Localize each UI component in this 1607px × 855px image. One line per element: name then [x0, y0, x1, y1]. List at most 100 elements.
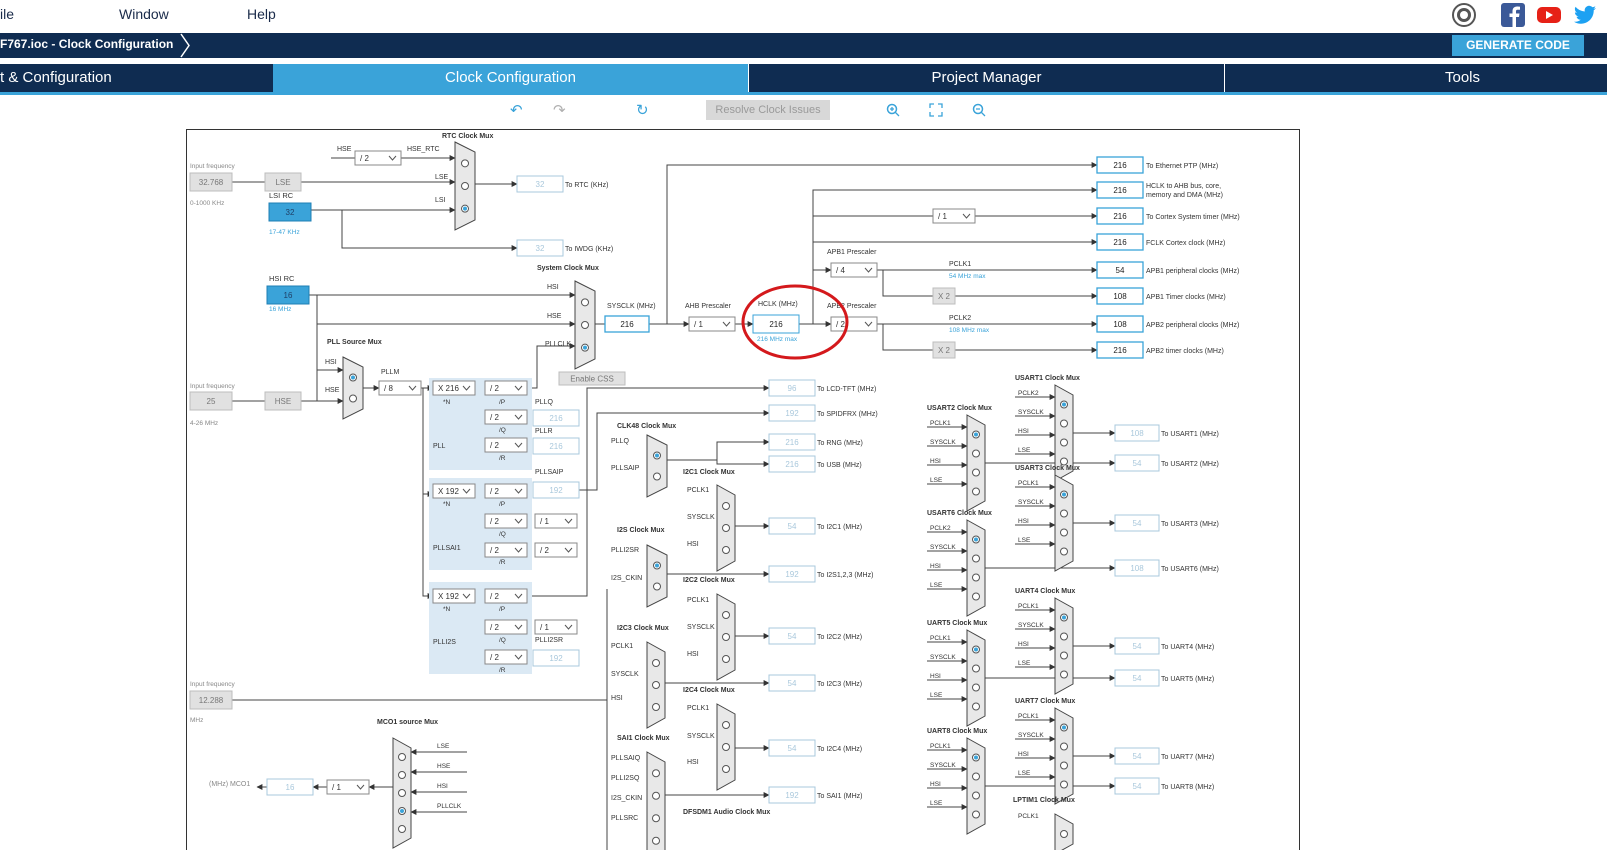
pllsaip-label: PLLSAIP [535, 469, 564, 476]
mux-radio[interactable] [1060, 780, 1068, 789]
tab-project-manager[interactable]: Project Manager [749, 64, 1224, 92]
mux-radio[interactable] [972, 592, 980, 601]
mux-radio-selected [974, 755, 978, 760]
plli2s-q-label: /Q [499, 637, 506, 644]
mux-radio[interactable] [653, 582, 661, 591]
generate-code-button[interactable]: GENERATE CODE [1452, 35, 1584, 56]
usart-clock-mux-2 [1054, 474, 1074, 572]
rtc-output-label: To RTC (KHz) [565, 182, 608, 189]
facebook-icon[interactable] [1500, 2, 1526, 28]
mux-radio[interactable] [972, 449, 980, 458]
pllsai-r-select-value: / 2 [490, 546, 499, 555]
mux-radio[interactable] [1060, 457, 1068, 466]
mux-radio[interactable] [722, 765, 730, 773]
mux-radio[interactable] [652, 791, 660, 800]
mux-radio[interactable] [972, 683, 980, 692]
mux-radio[interactable] [653, 472, 661, 481]
mux-radio[interactable] [652, 703, 660, 711]
mux-radio[interactable] [1060, 509, 1068, 518]
mux-radio[interactable] [972, 791, 980, 800]
mux-radio[interactable] [581, 298, 589, 307]
plli2s-n-select-value: X 192 [438, 592, 459, 601]
mux-radio[interactable] [722, 524, 730, 532]
mux-radio[interactable] [722, 611, 730, 619]
mux-radio[interactable] [722, 743, 730, 751]
tab-clock-configuration[interactable]: Clock Configuration [273, 64, 748, 92]
redo-icon[interactable]: ↷ [553, 101, 566, 119]
reset-icon[interactable]: ↻ [636, 101, 649, 119]
mux-radio[interactable] [972, 573, 980, 582]
mux-radio-selected [655, 563, 659, 568]
mux-radio[interactable] [972, 810, 980, 819]
mux-radio[interactable] [652, 769, 660, 778]
mux-radio[interactable] [722, 655, 730, 663]
mux-radio[interactable] [1060, 632, 1068, 641]
mux-radio[interactable] [722, 502, 730, 510]
mux-radio[interactable] [1060, 438, 1068, 447]
mux-radio[interactable] [349, 394, 357, 403]
mux-radio[interactable] [972, 772, 980, 781]
breadcrumb[interactable]: F767.ioc - Clock Configuration [0, 37, 173, 51]
usart-mux-title-2: USART3 Clock Mux [1015, 465, 1080, 472]
mux-radio[interactable] [1060, 670, 1068, 679]
mux-radio[interactable] [1060, 547, 1068, 556]
lsi-range-label: 17-47 KHz [269, 229, 300, 236]
mux-radio[interactable] [1060, 742, 1068, 751]
menu-help[interactable]: Help [247, 6, 276, 22]
mux-radio[interactable] [1060, 761, 1068, 770]
clock-output-label-5: APB1 Timer clocks (MHz) [1146, 294, 1226, 301]
mux-radio[interactable] [1060, 830, 1068, 838]
peripheral-output-label-1: To SPIDFRX (MHz) [817, 411, 878, 418]
youtube-icon[interactable] [1536, 2, 1562, 28]
mco1-pllclk-label: PLLCLK [437, 803, 462, 810]
mux-radio[interactable] [461, 159, 469, 168]
usart-sysclk-label-5: SYSCLK [930, 654, 956, 661]
mux-radio[interactable] [722, 546, 730, 554]
mux-radio[interactable] [398, 753, 406, 761]
twitter-icon[interactable] [1572, 2, 1598, 28]
fit-to-screen-icon[interactable] [929, 103, 943, 117]
mux-radio[interactable] [398, 789, 406, 797]
mco1-lse-label: LSE [437, 743, 450, 750]
mux-radio[interactable] [972, 702, 980, 711]
mux-radio[interactable] [652, 814, 660, 823]
menu-window[interactable]: Window [119, 6, 169, 22]
zoom-out-icon[interactable] [972, 103, 986, 117]
plli2s-n-label: *N [443, 606, 451, 613]
mux-radio[interactable] [972, 554, 980, 563]
pllsai-n-label: *N [443, 501, 451, 508]
usart-sysclk-label-0: SYSCLK [1018, 409, 1044, 416]
hclk-highlight-circle [741, 284, 849, 360]
i2s-ckin-label: I2S_CKIN [611, 575, 642, 582]
mux-radio[interactable] [581, 321, 589, 329]
mux-radio[interactable] [972, 664, 980, 673]
mux-radio[interactable] [398, 771, 406, 779]
mux-radio[interactable] [1060, 528, 1068, 537]
pllsai-r2-select-value: / 2 [540, 546, 549, 555]
mux-radio[interactable] [461, 182, 469, 190]
mux-radio[interactable] [652, 681, 660, 689]
mux-radio[interactable] [652, 836, 660, 845]
stm32-version-icon[interactable] [1451, 2, 1477, 28]
pll-n-label: *N [443, 399, 451, 406]
mux-radio[interactable] [398, 825, 406, 833]
tab-pinout-configuration[interactable]: t & Configuration [0, 64, 272, 92]
mux-radio[interactable] [652, 659, 660, 667]
menu-file[interactable]: ile [0, 6, 14, 22]
usart-output-label-3: To USART6 (MHz) [1161, 566, 1219, 573]
mux-radio[interactable] [1060, 419, 1068, 428]
mux-radio[interactable] [722, 633, 730, 641]
resolve-clock-issues-button[interactable]: Resolve Clock Issues [706, 100, 830, 120]
tab-tools[interactable]: Tools [1225, 64, 1607, 92]
i2s-unit-label: MHz [190, 717, 203, 724]
pll-name-label: PLL [433, 443, 446, 450]
mux-radio[interactable] [972, 468, 980, 477]
apb1-timer-multiplier-value: X 2 [938, 292, 951, 301]
tab-label: Clock Configuration [445, 69, 576, 86]
mux-radio[interactable] [972, 487, 980, 496]
mux-radio[interactable] [722, 721, 730, 729]
zoom-in-icon[interactable] [886, 103, 900, 117]
undo-icon[interactable]: ↶ [510, 101, 523, 119]
lptim1-pclk1-label: PCLK1 [1018, 813, 1039, 820]
mux-radio[interactable] [1060, 651, 1068, 660]
